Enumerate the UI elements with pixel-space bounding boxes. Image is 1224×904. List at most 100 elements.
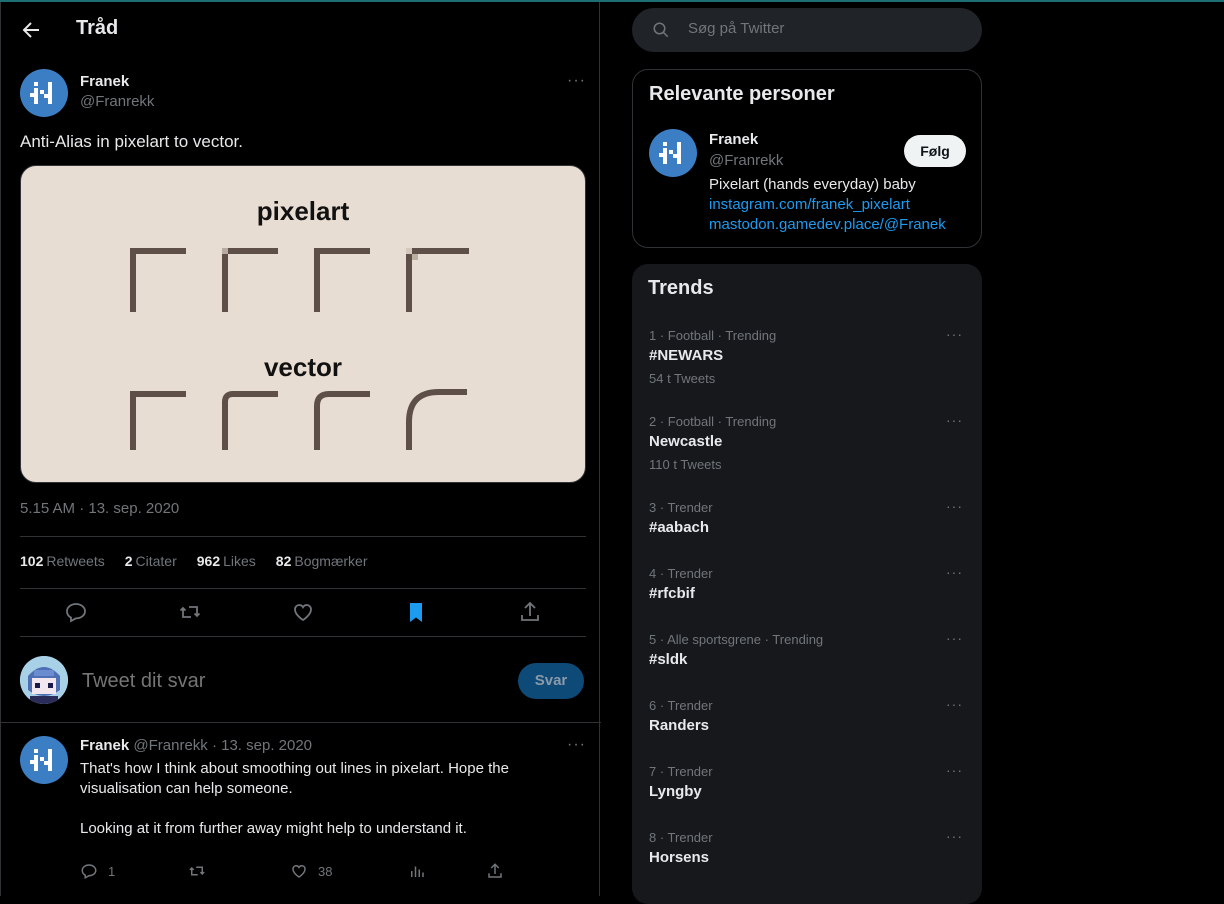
reply-actions: 1 38 <box>80 862 520 884</box>
more-icon[interactable]: ··· <box>567 72 586 90</box>
more-icon[interactable]: ··· <box>946 326 963 342</box>
trends-title: Trends <box>648 277 714 299</box>
reply-author-name[interactable]: Franek <box>80 737 129 754</box>
trend-meta: 1 · Football · Trending <box>649 328 777 343</box>
more-icon[interactable]: ··· <box>946 762 963 778</box>
more-icon[interactable]: ··· <box>567 736 586 754</box>
more-icon[interactable]: ··· <box>946 412 963 428</box>
reply-header: Franek @Franrekk · 13. sep. 2020 <box>80 737 312 754</box>
author-handle[interactable]: @Franrekk <box>80 93 154 110</box>
trend-meta: 6 · Trender <box>649 698 713 713</box>
share-icon <box>488 863 502 878</box>
divider <box>20 636 586 637</box>
mastodon-link[interactable]: mastodon.gamedev.place/@Franek <box>709 216 946 233</box>
bookmark-icon[interactable] <box>404 600 428 624</box>
avatar[interactable] <box>20 69 68 117</box>
search-bar[interactable] <box>632 8 982 52</box>
follow-button[interactable]: Følg <box>904 135 966 167</box>
reply-tweet[interactable]: Franek @Franrekk · 13. sep. 2020 ··· Tha… <box>1 722 601 896</box>
more-icon[interactable]: ··· <box>946 564 963 580</box>
trend-meta: 5 · Alle sportsgrene · Trending <box>649 632 824 647</box>
like-icon <box>292 864 306 878</box>
search-icon <box>653 22 669 38</box>
trend-name: #aabach <box>649 519 710 536</box>
share-icon[interactable] <box>518 600 542 624</box>
divider <box>20 536 586 537</box>
relevant-people-card: Relevante personer Franek @Franrekk Følg… <box>632 69 982 248</box>
thread-header: Tråd <box>1 2 601 58</box>
stat-retweets[interactable]: 102 Retweets <box>20 553 105 569</box>
reply-text-line1: That's how I think about smoothing out l… <box>80 760 509 797</box>
stat-likes[interactable]: 962 Likes <box>197 553 256 569</box>
like-icon[interactable] <box>291 600 315 624</box>
trend-item[interactable]: 2 · Football · Trending Newcastle 110 t … <box>632 412 982 480</box>
stat-bookmarks[interactable]: 82 Bogmærker <box>276 553 368 569</box>
reply-reply-button[interactable]: 1 <box>80 862 115 880</box>
reply-composer: Svar <box>1 638 601 723</box>
reply-button[interactable]: Svar <box>518 663 584 699</box>
trend-item[interactable]: 3 · Trender #aabach ··· <box>632 498 982 566</box>
tweet-text: Anti-Alias in pixelart to vector. <box>20 132 243 151</box>
media-label-vector: vector <box>263 352 343 382</box>
trend-item[interactable]: 1 · Football · Trending #NEWARS 54 t Twe… <box>632 326 982 394</box>
trend-name: Newcastle <box>649 433 723 450</box>
pixelart-corners <box>130 248 469 450</box>
analytics-icon <box>411 866 424 877</box>
trend-item[interactable]: 6 · Trender Randers ··· <box>632 696 982 764</box>
main-column: Tråd Franek @Franrekk ··· Anti-Alias in … <box>0 2 601 896</box>
person-name[interactable]: Franek <box>709 131 758 148</box>
user-avatar[interactable] <box>20 656 68 704</box>
more-icon[interactable]: ··· <box>946 498 963 514</box>
tweet-stats: 102 Retweets 2 Citater 962 Likes 82 Bogmærke… <box>20 553 368 569</box>
avatar[interactable] <box>649 129 697 177</box>
reply-icon <box>81 864 97 880</box>
trend-meta: 3 · Trender <box>649 500 713 515</box>
tweet-timestamp[interactable]: 5.15 AM · 13. sep. 2020 <box>20 500 179 517</box>
trend-item[interactable]: 5 · Alle sportsgrene · Trending #sldk ··… <box>632 630 982 698</box>
reply-like-button[interactable]: 38 <box>290 862 332 880</box>
trend-item[interactable]: 7 · Trender Lyngby ··· <box>632 762 982 830</box>
trend-meta: 2 · Football · Trending <box>649 414 777 429</box>
more-icon[interactable]: ··· <box>946 828 963 844</box>
trend-name: #rfcbif <box>649 585 695 602</box>
reply-author-handle[interactable]: @Franrekk · 13. sep. 2020 <box>133 737 312 754</box>
trend-meta: 8 · Trender <box>649 830 713 845</box>
trend-meta: 4 · Trender <box>649 566 713 581</box>
back-arrow-icon[interactable] <box>19 18 43 42</box>
person-bio: Pixelart (hands everyday) baby <box>709 176 916 193</box>
tweet-actions <box>20 598 586 630</box>
trend-name: #NEWARS <box>649 347 724 364</box>
divider <box>20 588 586 589</box>
person-handle[interactable]: @Franrekk <box>709 152 783 169</box>
trend-name: Lyngby <box>649 783 702 800</box>
search-input[interactable] <box>688 20 958 37</box>
reply-icon[interactable] <box>64 600 88 624</box>
reply-text-line2: Looking at it from further away might he… <box>80 820 467 837</box>
retweet-icon[interactable] <box>178 600 202 624</box>
stat-quotes[interactable]: 2 Citater <box>125 553 177 569</box>
reply-retweet-button[interactable] <box>188 862 206 880</box>
reply-share-button[interactable] <box>486 862 504 880</box>
trend-count: 110 t Tweets <box>649 457 722 472</box>
trend-item[interactable]: 4 · Trender #rfcbif ··· <box>632 564 982 632</box>
trend-name: Randers <box>649 717 710 734</box>
more-icon[interactable]: ··· <box>946 696 963 712</box>
more-icon[interactable]: ··· <box>946 630 963 646</box>
trend-name: #sldk <box>649 651 688 668</box>
trend-count: 54 t Tweets <box>649 371 716 386</box>
trend-meta: 7 · Trender <box>649 764 713 779</box>
page-title: Tråd <box>76 17 119 39</box>
instagram-link[interactable]: instagram.com/franek_pixelart <box>709 196 910 213</box>
reply-input[interactable] <box>82 670 482 693</box>
like-count: 38 <box>318 863 333 879</box>
reply-text: That's how I think about smoothing out l… <box>80 759 570 839</box>
relevant-people-title: Relevante personer <box>649 83 835 105</box>
reply-count: 1 <box>108 863 116 879</box>
retweet-icon <box>189 866 205 876</box>
tweet-image[interactable]: pixelart vector <box>20 165 586 483</box>
trend-name: Horsens <box>649 849 710 866</box>
trend-item[interactable]: 8 · Trender Horsens ··· <box>632 828 982 896</box>
reply-analytics-button[interactable] <box>408 862 426 880</box>
avatar[interactable] <box>20 736 68 784</box>
author-name[interactable]: Franek <box>80 73 129 90</box>
